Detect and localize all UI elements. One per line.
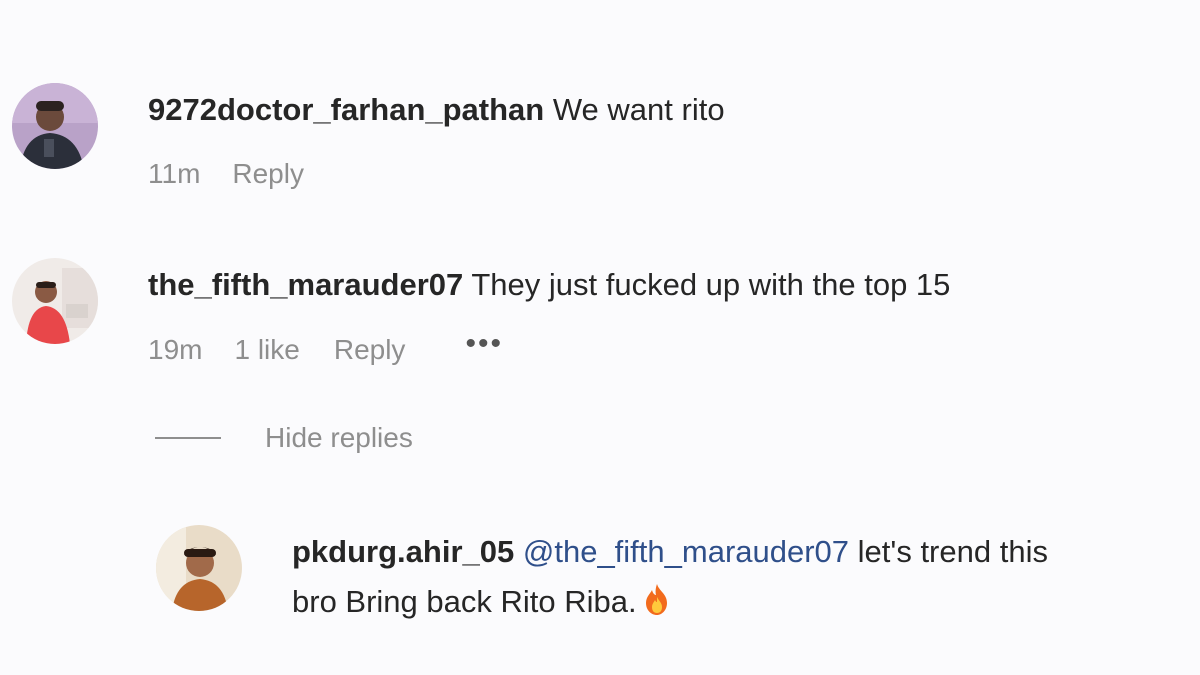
comment-username[interactable]: 9272doctor_farhan_pathan — [148, 92, 544, 127]
comment-timestamp: 19m — [148, 334, 203, 365]
fire-emoji-icon — [643, 582, 671, 626]
hide-replies-label: Hide replies — [265, 422, 413, 453]
hide-replies-button[interactable]: Hide replies — [155, 422, 413, 454]
reply-username[interactable]: pkdurg.ahir_05 — [292, 534, 514, 569]
reply-button[interactable]: Reply — [232, 158, 304, 190]
divider-line — [155, 437, 221, 439]
avatar-image — [156, 525, 242, 611]
comment-body: They just fucked up with the top 15 — [471, 267, 951, 302]
comment-like-count[interactable]: 1 like — [234, 334, 299, 366]
comment-text: the_fifth_marauder07 They just fucked up… — [148, 265, 950, 305]
comment-timestamp: 11m — [148, 158, 201, 189]
reply-mention-link[interactable]: @the_fifth_marauder07 — [523, 534, 849, 569]
avatar[interactable] — [12, 83, 98, 169]
reply-text-line-2: bro Bring back Rito Riba. — [292, 582, 671, 626]
more-options-icon[interactable]: ••• — [465, 327, 503, 361]
comment-meta: 11m Reply — [148, 158, 304, 190]
reply-button[interactable]: Reply — [334, 334, 406, 366]
reply-text-line-1: pkdurg.ahir_05 @the_fifth_marauder07 let… — [292, 532, 1048, 572]
comment-meta: 19m 1 like Reply ••• — [148, 327, 503, 367]
comment-body: We want rito — [552, 92, 725, 127]
comment-text: 9272doctor_farhan_pathan We want rito — [148, 90, 725, 130]
reply-body-continued: bro Bring back Rito Riba. — [292, 584, 637, 619]
avatar[interactable] — [156, 525, 242, 611]
comment-username[interactable]: the_fifth_marauder07 — [148, 267, 463, 302]
avatar-image — [12, 258, 98, 344]
avatar-image — [12, 83, 98, 169]
reply-body: let's trend this — [857, 534, 1048, 569]
avatar[interactable] — [12, 258, 98, 344]
